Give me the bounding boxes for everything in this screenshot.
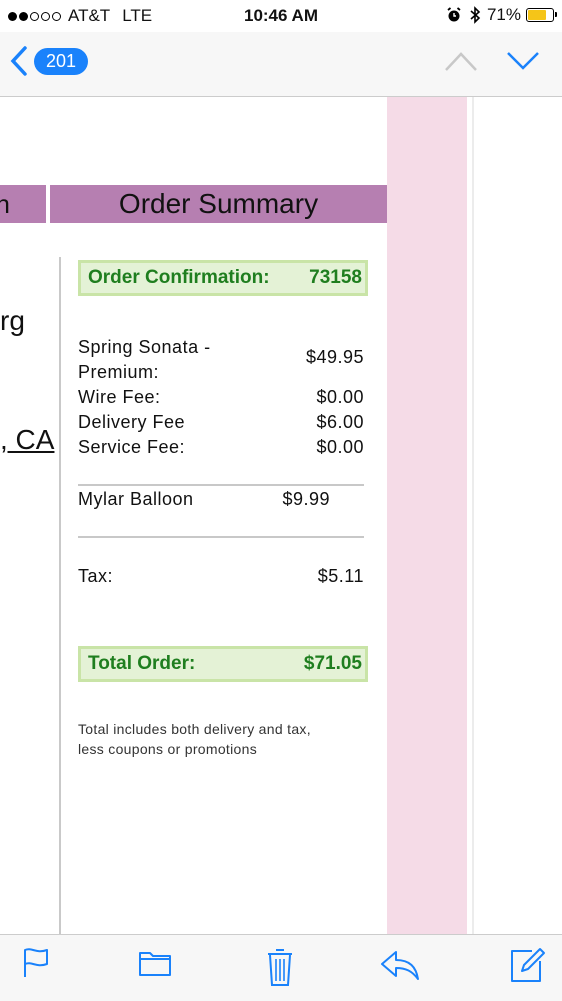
mail-toolbar bbox=[0, 934, 562, 1001]
divider bbox=[472, 97, 474, 934]
order-summary-header: Order Summary bbox=[50, 185, 387, 223]
addon-row: Mylar Balloon $9.99 bbox=[78, 489, 364, 510]
section-divider bbox=[78, 484, 364, 486]
item-line: Premium: bbox=[78, 362, 364, 383]
alarm-icon bbox=[447, 7, 461, 22]
item-line: Spring Sonata - $49.95 bbox=[78, 337, 364, 367]
addon-label: Mylar Balloon bbox=[78, 489, 194, 509]
back-chevron-icon bbox=[10, 46, 27, 76]
delivery-fee-label: Delivery Fee bbox=[78, 412, 186, 432]
inbox-count-badge: 201 bbox=[34, 47, 89, 75]
status-bar: AT&T LTE 10:46 AM 71% bbox=[0, 0, 562, 32]
mail-nav-bar: 201 bbox=[0, 32, 562, 97]
left-header-fragment: n bbox=[0, 189, 10, 219]
tax-label: Tax: bbox=[78, 566, 114, 586]
total-value: $71.05 bbox=[303, 653, 362, 674]
up-arrow-icon[interactable] bbox=[444, 50, 478, 72]
confirmation-label: Order Confirmation: bbox=[88, 267, 270, 288]
delivery-fee-value: $6.00 bbox=[316, 412, 364, 432]
battery-icon bbox=[526, 8, 557, 22]
service-fee-row: Service Fee: $0.00 bbox=[78, 437, 364, 458]
total-label: Total Order: bbox=[88, 653, 196, 674]
decorative-band bbox=[387, 97, 467, 934]
wire-fee-label: Wire Fee: bbox=[78, 387, 161, 407]
flag-icon[interactable] bbox=[22, 947, 50, 979]
column-divider bbox=[59, 257, 61, 934]
confirmation-number: 73158 bbox=[309, 267, 362, 288]
back-button[interactable]: 201 bbox=[10, 46, 89, 76]
wire-fee-value: $0.00 bbox=[316, 387, 364, 407]
reply-icon[interactable] bbox=[380, 947, 420, 981]
service-fee-label: Service Fee: bbox=[78, 437, 186, 457]
down-arrow-icon[interactable] bbox=[506, 50, 540, 72]
delivery-fee-row: Delivery Fee $6.00 bbox=[78, 412, 364, 433]
battery-percent: 71% bbox=[486, 5, 521, 24]
total-note: Total includes both delivery and tax, le… bbox=[78, 719, 368, 759]
order-confirmation-box: Order Confirmation: 73158 bbox=[78, 260, 368, 296]
tax-value: $5.11 bbox=[317, 566, 364, 586]
note-line: less coupons or promotions bbox=[78, 741, 257, 757]
left-column-header: n bbox=[0, 185, 46, 223]
total-order-box: Total Order: $71.05 bbox=[78, 646, 368, 682]
email-body[interactable]: n Order Summary rg , CA Order Confirmati… bbox=[0, 97, 562, 934]
left-text-fragment: rg bbox=[0, 305, 25, 336]
wire-fee-row: Wire Fee: $0.00 bbox=[78, 387, 364, 408]
left-text-fragment: , CA bbox=[0, 424, 55, 455]
compose-icon[interactable] bbox=[508, 947, 546, 985]
trash-icon[interactable] bbox=[265, 947, 295, 987]
bluetooth-icon bbox=[470, 6, 481, 24]
section-divider bbox=[78, 536, 364, 538]
folder-icon[interactable] bbox=[138, 947, 172, 977]
service-fee-value: $0.00 bbox=[316, 437, 364, 457]
status-right: 71% bbox=[446, 5, 557, 25]
addon-price: $9.99 bbox=[282, 489, 330, 509]
tax-row: Tax: $5.11 bbox=[78, 566, 364, 587]
note-line: Total includes both delivery and tax, bbox=[78, 721, 311, 737]
item-name-line2: Premium: bbox=[78, 362, 160, 382]
item-name-line1: Spring Sonata - bbox=[78, 337, 211, 357]
